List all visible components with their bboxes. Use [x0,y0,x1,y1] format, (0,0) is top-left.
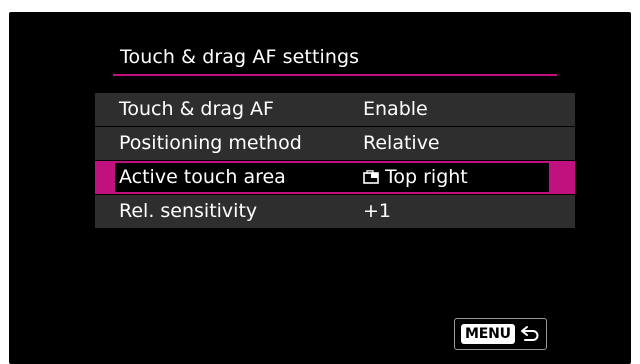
menu-item-label: Positioning method [119,132,302,154]
menu-item-label: Active touch area [119,166,286,188]
page-title: Touch & drag AF settings [120,46,360,68]
menu-item-value-group: Top right [363,166,468,188]
menu-item-label: Rel. sensitivity [119,200,258,222]
menu-item-touch-drag-af[interactable]: Touch & drag AF Enable [95,93,575,126]
menu-item-rel-sensitivity[interactable]: Rel. sensitivity +1 [95,195,575,228]
menu-item-value: Top right [385,166,468,188]
camera-menu-screen: Touch & drag AF settings Touch & drag AF… [9,12,631,364]
menu-key-label: MENU [461,324,515,344]
menu-item-positioning-method[interactable]: Positioning method Relative [95,127,575,160]
menu-item-active-touch-area[interactable]: Active touch area Top right [95,161,575,194]
menu-item-value: Relative [363,132,440,154]
menu-item-label: Touch & drag AF [119,98,274,120]
title-divider [113,74,557,76]
touch-area-top-right-icon [363,170,379,184]
return-arrow-icon [520,326,539,341]
menu-item-value: Enable [363,98,428,120]
menu-item-value: +1 [363,200,392,222]
settings-list: Touch & drag AF Enable Positioning metho… [95,93,575,229]
menu-back-button[interactable]: MENU [454,318,547,350]
